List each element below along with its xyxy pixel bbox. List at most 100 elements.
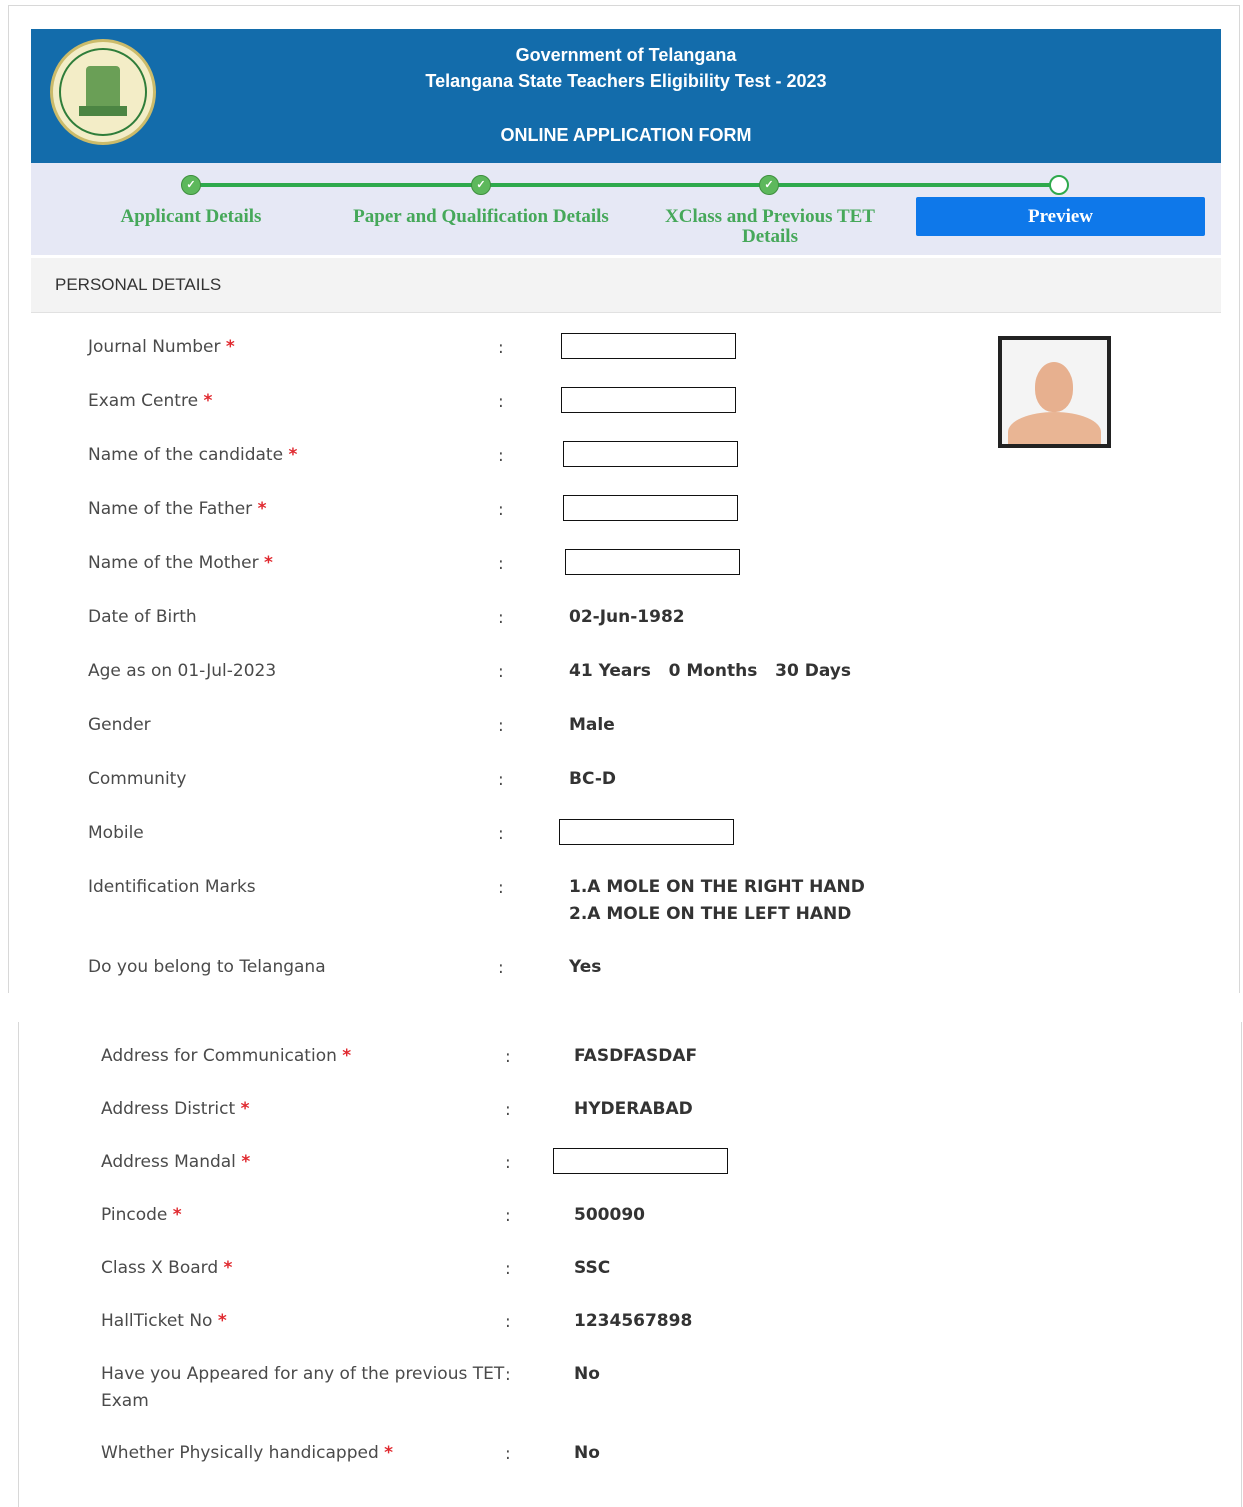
redacted-value-box <box>563 495 738 521</box>
field-label-text: Community <box>88 769 187 789</box>
step-preview[interactable]: Preview <box>916 197 1205 236</box>
field-value: 1.A MOLE ON THE RIGHT HAND 2.A MOLE ON TH… <box>569 874 865 928</box>
stepper-track <box>191 183 1061 187</box>
field-label: Community <box>88 766 186 793</box>
field-label-text: Have you Appeared for any of the previou… <box>101 1364 505 1384</box>
field-colon: : <box>498 770 504 790</box>
field-label: Age as on 01-Jul-2023 <box>88 658 276 685</box>
field-value-text: 500090 <box>574 1205 645 1225</box>
field-value: No <box>574 1361 600 1388</box>
field-value-text: Male <box>569 715 615 735</box>
step-applicant-details[interactable]: Applicant Details <box>61 207 321 227</box>
required-asterisk: * <box>203 391 213 411</box>
step-3-check-icon: ✓ <box>759 175 779 195</box>
field-label: Pincode * <box>101 1202 182 1229</box>
step-2-check-icon: ✓ <box>471 175 491 195</box>
field-value: HYDERABAD <box>574 1096 693 1123</box>
field-label: HallTicket No * <box>101 1308 227 1335</box>
field-value-text: 1234567898 <box>574 1311 693 1331</box>
field-label: Mobile <box>88 820 144 847</box>
field-label-text: Exam Centre <box>88 391 199 411</box>
page-header: Government of Telangana Telangana State … <box>31 29 1221 163</box>
required-asterisk: * <box>264 553 273 573</box>
field-value: No <box>574 1440 600 1467</box>
redacted-value-box <box>561 387 736 413</box>
required-asterisk: * <box>257 499 267 519</box>
field-colon: : <box>498 500 504 520</box>
step-4-current-icon <box>1049 175 1069 195</box>
field-value: 1234567898 <box>574 1308 692 1335</box>
field-colon: : <box>505 1047 511 1067</box>
field-value-text: 41 Years 0 Months 30 Days <box>569 661 851 681</box>
field-label-text: Address District <box>101 1099 236 1119</box>
personal-details-header: PERSONAL DETAILS <box>31 258 1221 313</box>
field-label-text: Pincode <box>101 1205 168 1225</box>
field-label-text: Name of the Mother <box>88 553 259 573</box>
section-title: PERSONAL DETAILS <box>55 275 222 294</box>
field-colon: : <box>505 1153 511 1173</box>
header-government-title: Government of Telangana <box>515 45 737 65</box>
redacted-value-box <box>553 1148 728 1174</box>
field-colon: : <box>498 824 504 844</box>
field-colon: : <box>505 1444 511 1464</box>
field-colon: : <box>505 1100 511 1120</box>
field-colon: : <box>505 1259 511 1279</box>
field-value: 02-Jun-1982 <box>569 604 685 631</box>
field-label-text: Journal Number <box>88 337 221 357</box>
field-label-text: Name of the Father <box>88 499 253 519</box>
field-value-text: BC-D <box>569 769 616 789</box>
field-colon: : <box>505 1365 511 1385</box>
redacted-value-box <box>559 819 734 845</box>
step-1-check-icon: ✓ <box>181 175 201 195</box>
photo-placeholder-head-icon <box>1035 362 1073 412</box>
field-label-text-line2: Exam <box>101 1391 149 1411</box>
field-value: BC-D <box>569 766 616 793</box>
candidate-photo <box>998 336 1111 448</box>
required-asterisk: * <box>217 1311 227 1331</box>
field-colon: : <box>505 1312 511 1332</box>
field-colon: : <box>505 1206 511 1226</box>
required-asterisk: * <box>241 1152 251 1172</box>
field-value: SSC <box>574 1255 610 1282</box>
field-label-text: Gender <box>88 715 151 735</box>
field-label-text: Identification Marks <box>88 877 256 897</box>
field-colon: : <box>498 338 504 358</box>
field-label-text: Do you belong to Telangana <box>88 957 326 977</box>
redacted-value-box <box>561 333 736 359</box>
redacted-value-box <box>565 549 740 575</box>
required-asterisk: * <box>240 1099 250 1119</box>
field-value: 41 Years 0 Months 30 Days <box>569 658 851 685</box>
field-label-text: Age as on 01-Jul-2023 <box>88 661 277 681</box>
field-label: Exam Centre * <box>88 388 212 415</box>
field-value-text: Yes <box>569 957 602 977</box>
field-label: Date of Birth <box>88 604 197 631</box>
progress-stepper: ✓ ✓ ✓ Applicant Details Paper and Qualif… <box>31 163 1221 255</box>
step-xclass-previous-tet[interactable]: XClass and Previous TET Details <box>640 207 900 247</box>
field-label: Name of the Father * <box>88 496 266 523</box>
field-value: Yes <box>569 954 601 981</box>
field-value-text: 02-Jun-1982 <box>569 607 685 627</box>
field-label: Class X Board * <box>101 1255 232 1282</box>
header-form-title: ONLINE APPLICATION FORM <box>500 125 752 145</box>
redacted-value-box <box>563 441 738 467</box>
field-label: Journal Number * <box>88 334 235 361</box>
field-label: Address District * <box>101 1096 249 1123</box>
field-label: Name of the candidate * <box>88 442 297 469</box>
field-label: Do you belong to Telangana <box>88 954 326 981</box>
field-label-text: HallTicket No <box>101 1311 213 1331</box>
field-value-text-line2: 2.A MOLE ON THE LEFT HAND <box>569 904 852 924</box>
field-label: Whether Physically handicapped * <box>101 1440 393 1467</box>
field-colon: : <box>498 662 504 682</box>
field-colon: : <box>498 958 504 978</box>
field-value: FASDFASDAF <box>574 1043 697 1070</box>
required-asterisk: * <box>223 1258 233 1278</box>
field-value: 500090 <box>574 1202 645 1229</box>
field-label: Address Mandal * <box>101 1149 250 1176</box>
field-value: Male <box>569 712 615 739</box>
step-paper-qualification[interactable]: Paper and Qualification Details <box>351 207 611 227</box>
field-colon: : <box>498 392 504 412</box>
required-asterisk: * <box>384 1443 394 1463</box>
field-label-text: Date of Birth <box>88 607 197 627</box>
required-asterisk: * <box>288 445 298 465</box>
field-colon: : <box>498 878 504 898</box>
